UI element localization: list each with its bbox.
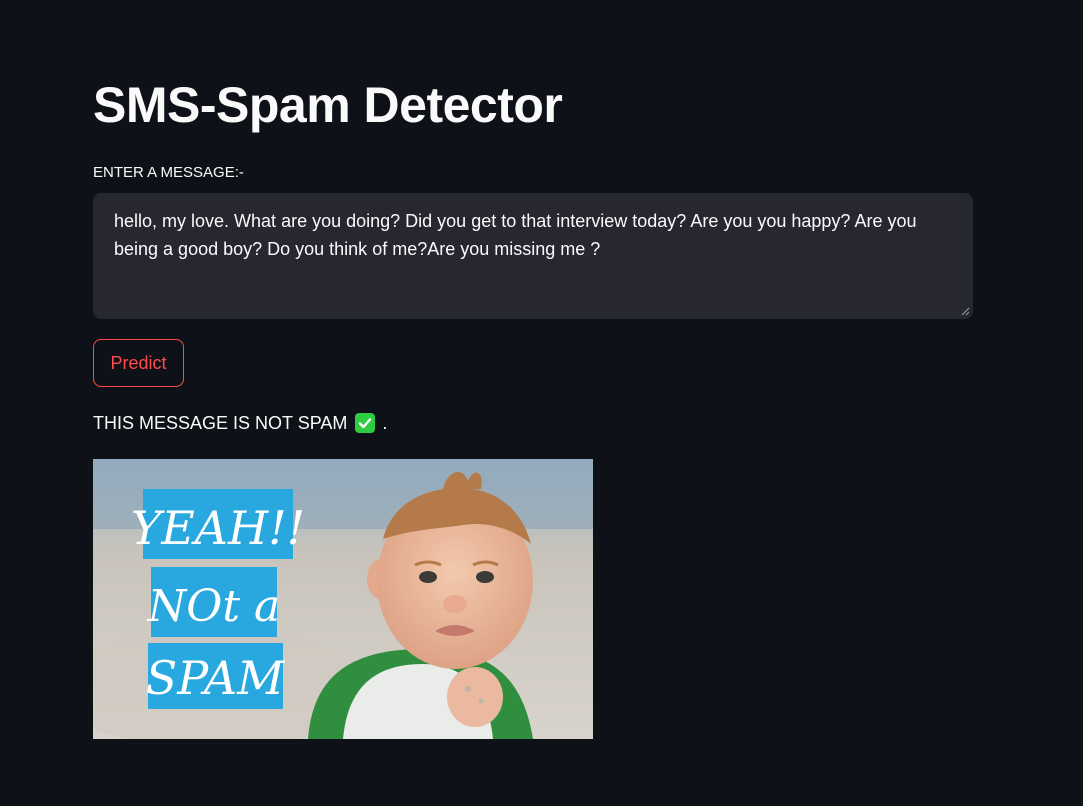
predict-button[interactable]: Predict	[93, 339, 184, 387]
page-title: SMS-Spam Detector	[93, 77, 563, 133]
prediction-result: THIS MESSAGE IS NOT SPAM .	[93, 411, 387, 435]
message-input-label: ENTER A MESSAGE:-	[93, 164, 244, 181]
message-input-container: hello, my love. What are you doing? Did …	[93, 193, 973, 319]
app-container: SMS-Spam Detector ENTER A MESSAGE:- hell…	[0, 0, 1083, 806]
message-input[interactable]: hello, my love. What are you doing? Did …	[93, 193, 973, 319]
svg-text:NOt a: NOt a	[147, 581, 280, 632]
svg-text:SPAM: SPAM	[146, 651, 286, 705]
prediction-result-suffix: .	[382, 413, 388, 433]
svg-text:YEAH!!: YEAH!!	[131, 501, 305, 555]
not-spam-meme-image: YEAH!! NOt a SPAM	[93, 459, 593, 739]
resize-handle-icon[interactable]	[961, 307, 970, 316]
meme-caption: YEAH!! NOt a SPAM	[131, 489, 305, 709]
check-mark-icon	[355, 413, 376, 433]
prediction-result-text: THIS MESSAGE IS NOT SPAM	[93, 413, 348, 433]
